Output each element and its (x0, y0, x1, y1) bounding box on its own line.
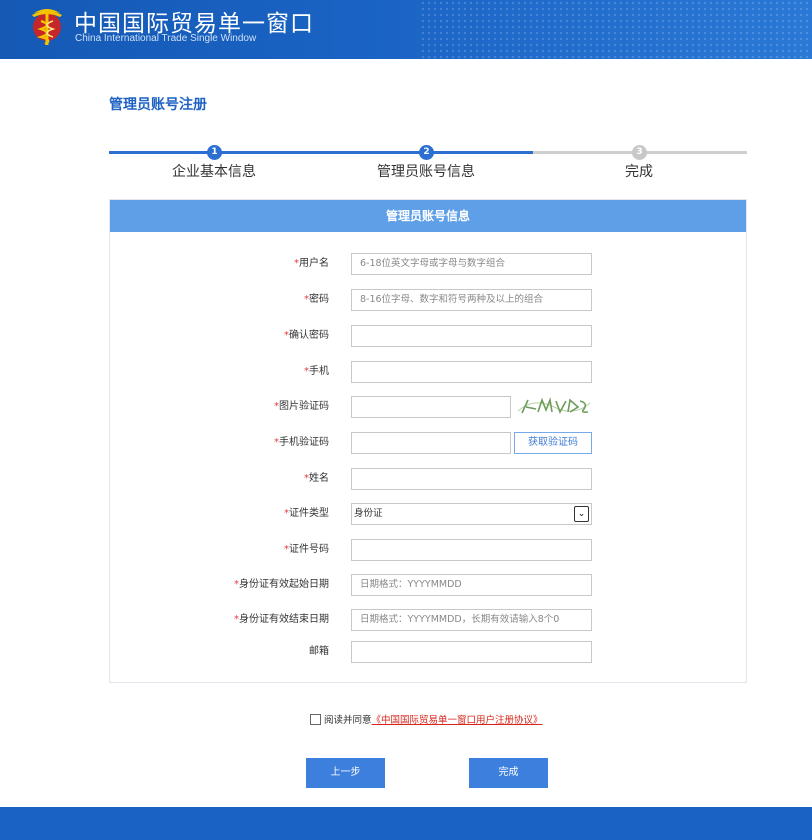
step-1-marker: 1 (207, 145, 222, 160)
username-input[interactable]: 6-18位英文字母或字母与数字组合 (351, 253, 592, 275)
sms-code-input[interactable] (351, 432, 511, 454)
id-end-date-input[interactable]: 日期格式：YYYYMMDD，长期有效请输入8个0 (351, 609, 592, 631)
chevron-down-icon[interactable]: ⌄ (574, 506, 589, 522)
mobile-input[interactable] (351, 361, 592, 383)
captcha-image[interactable] (514, 395, 592, 417)
id-type-selected-value: 身份证 (354, 508, 383, 519)
password-input[interactable]: 8-16位字母、数字和符号两种及以上的组合 (351, 289, 592, 311)
agreement-prefix: 阅读并同意 (324, 715, 372, 726)
header-world-map-pattern (420, 0, 812, 59)
confirm-password-input[interactable] (351, 325, 592, 347)
progress-track-completed (109, 151, 533, 154)
site-subtitle: China International Trade Single Window (75, 33, 257, 44)
step-2-marker: 2 (419, 145, 434, 160)
name-input[interactable] (351, 468, 592, 490)
id-number-input[interactable] (351, 539, 592, 561)
agreement-link[interactable]: 《中国国际贸易单一窗口用户注册协议》 (372, 715, 543, 726)
mobile-label: *手机 (304, 366, 329, 377)
step-3-label: 完成 (625, 164, 653, 180)
id-start-date-label: *身份证有效起始日期 (234, 579, 329, 590)
prev-step-button[interactable]: 上一步 (306, 758, 385, 788)
id-type-label: *证件类型 (284, 508, 329, 519)
id-end-date-label: *身份证有效结束日期 (234, 614, 329, 625)
page-title: 管理员账号注册 (109, 97, 207, 113)
caduceus-emblem-icon (32, 9, 62, 46)
name-label: *姓名 (304, 473, 329, 484)
agreement-row: 阅读并同意《中国国际贸易单一窗口用户注册协议》 (310, 712, 543, 726)
confirm-password-label: *确认密码 (284, 330, 329, 341)
email-input[interactable] (351, 641, 592, 663)
agreement-checkbox[interactable] (310, 714, 321, 725)
step-3-marker: 3 (632, 145, 647, 160)
step-1-label: 企业基本信息 (172, 164, 256, 180)
id-start-date-input[interactable]: 日期格式：YYYYMMDD (351, 574, 592, 596)
id-type-select[interactable]: 身份证 ⌄ (351, 503, 592, 525)
password-label: *密码 (304, 294, 329, 305)
image-captcha-input[interactable] (351, 396, 511, 418)
image-captcha-label: *图片验证码 (274, 401, 329, 412)
sms-code-label: *手机验证码 (274, 437, 329, 448)
id-number-label: *证件号码 (284, 544, 329, 555)
step-2-label: 管理员账号信息 (377, 164, 475, 180)
footer-bar (0, 807, 812, 840)
finish-button[interactable]: 完成 (469, 758, 548, 788)
get-sms-code-button[interactable]: 获取验证码 (514, 432, 592, 454)
top-header: 中国国际贸易单一窗口 China International Trade Sin… (0, 0, 812, 59)
username-label: *用户名 (294, 258, 329, 269)
email-label: 邮箱 (309, 646, 329, 657)
form-panel-heading: 管理员账号信息 (110, 200, 746, 232)
